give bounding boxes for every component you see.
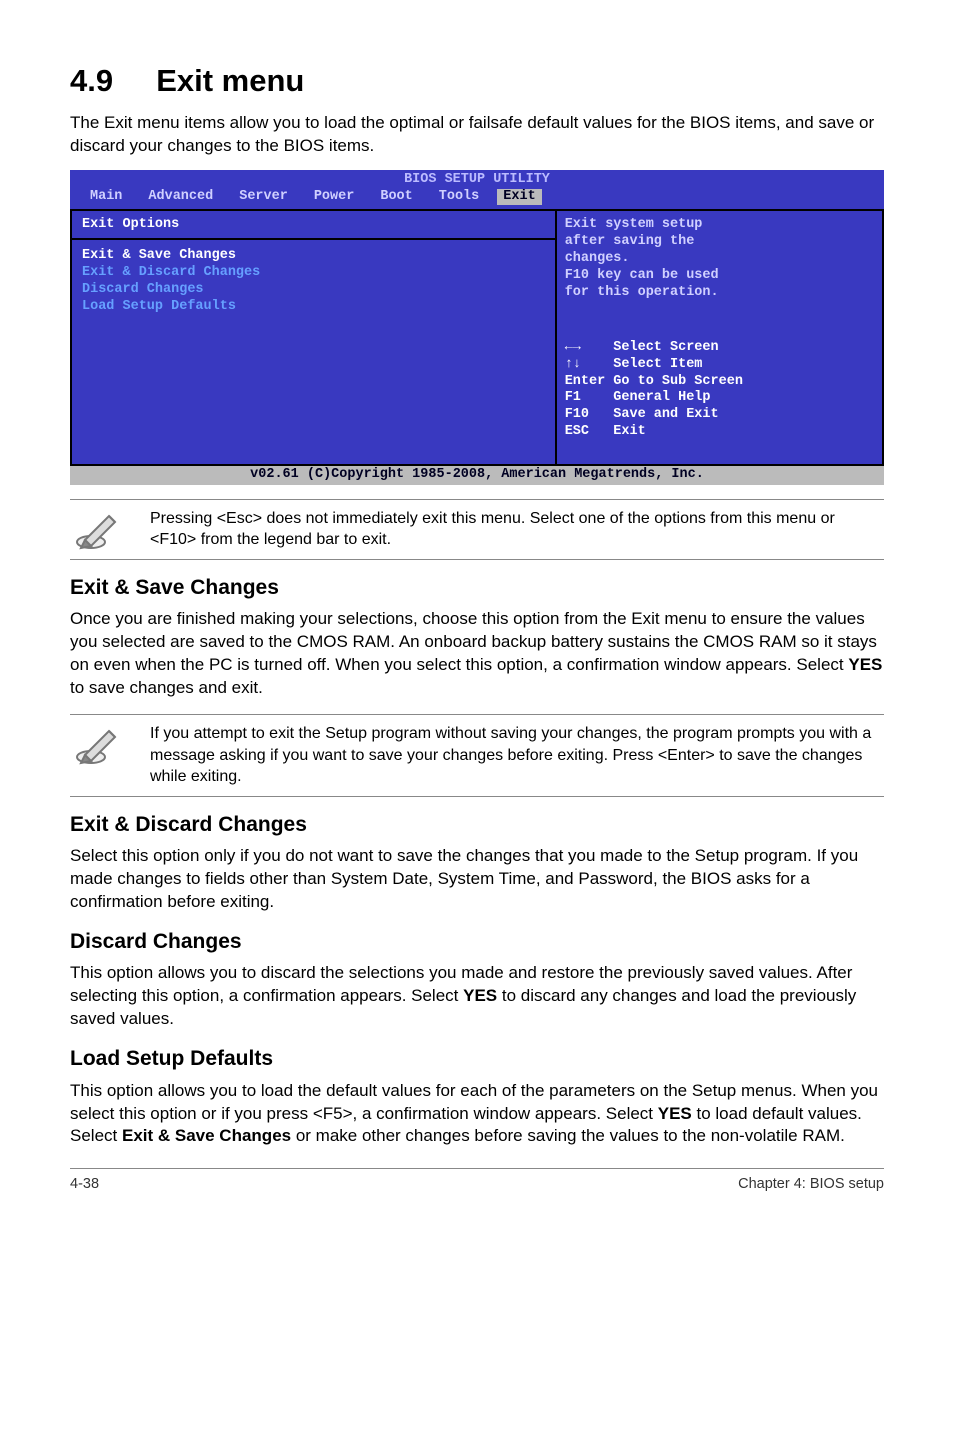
pencil-icon (72, 508, 126, 550)
page-footer: 4-38 Chapter 4: BIOS setup (70, 1168, 884, 1195)
bios-key-line: Enter Go to Sub Screen (565, 374, 874, 391)
bios-left-pane: Exit Options Exit & Save Changes Exit & … (70, 211, 555, 466)
bios-tab-exit: Exit (497, 189, 541, 206)
bios-tab-server: Server (231, 189, 306, 206)
paragraph-exit-discard: Select this option only if you do not wa… (70, 845, 884, 914)
bios-key-line: F1 General Help (565, 390, 874, 407)
bios-options-title: Exit Options (82, 217, 545, 234)
bios-key-line: F10 Save and Exit (565, 407, 874, 424)
bios-tab-advanced: Advanced (140, 189, 231, 206)
bios-item-load-defaults: Load Setup Defaults (82, 299, 545, 316)
pencil-icon (72, 723, 126, 765)
page-number: 4-38 (70, 1175, 99, 1195)
note-text-2: If you attempt to exit the Setup program… (150, 723, 882, 788)
bios-tab-main: Main (82, 189, 140, 206)
bios-key-legend: ←→ Select Screen ↑↓ Select Item Enter Go… (565, 340, 874, 458)
section-heading: 4.9 Exit menu (70, 60, 884, 102)
bios-tab-boot: Boot (372, 189, 430, 206)
bios-key-line: ESC Exit (565, 424, 874, 441)
bios-item-exit-discard: Exit & Discard Changes (82, 265, 545, 282)
note-text-1: Pressing <Esc> does not immediately exit… (150, 508, 882, 551)
bios-item-exit-save: Exit & Save Changes (82, 248, 545, 265)
text-span: Once you are finished making your select… (70, 609, 877, 674)
bios-tab-tools: Tools (431, 189, 498, 206)
note-box-2: If you attempt to exit the Setup program… (70, 714, 884, 797)
text-span: or make other changes before saving the … (291, 1126, 845, 1145)
bios-help-line: F10 key can be used (565, 268, 874, 285)
bios-help-line: for this operation. (565, 285, 874, 302)
bios-tab-power: Power (306, 189, 373, 206)
intro-paragraph: The Exit menu items allow you to load th… (70, 112, 884, 158)
bold-yes: YES (658, 1104, 692, 1123)
note-box-1: Pressing <Esc> does not immediately exit… (70, 499, 884, 560)
section-number: 4.9 (70, 63, 113, 98)
text-span: to save changes and exit. (70, 678, 263, 697)
bold-exit-save: Exit & Save Changes (122, 1126, 291, 1145)
bios-tabs: Main Advanced Server Power Boot Tools Ex… (70, 189, 884, 210)
paragraph-discard: This option allows you to discard the se… (70, 962, 884, 1031)
bios-footer: v02.61 (C)Copyright 1985-2008, American … (70, 466, 884, 485)
bios-key-line: ←→ Select Screen (565, 340, 874, 357)
paragraph-exit-save: Once you are finished making your select… (70, 608, 884, 700)
bios-help-line: changes. (565, 251, 874, 268)
section-title-text: Exit menu (156, 63, 304, 98)
paragraph-load-defaults: This option allows you to load the defau… (70, 1080, 884, 1149)
bios-help-line: after saving the (565, 234, 874, 251)
bold-yes: YES (463, 986, 497, 1005)
bios-right-pane: Exit system setup after saving the chang… (555, 211, 884, 466)
subheading-exit-save: Exit & Save Changes (70, 574, 884, 602)
bold-yes: YES (848, 655, 882, 674)
bios-divider (72, 238, 555, 240)
subheading-discard: Discard Changes (70, 928, 884, 956)
bios-help-line: Exit system setup (565, 217, 874, 234)
bios-key-line: ↑↓ Select Item (565, 357, 874, 374)
subheading-exit-discard: Exit & Discard Changes (70, 811, 884, 839)
bios-screenshot: BIOS SETUP UTILITY Main Advanced Server … (70, 170, 884, 485)
chapter-label: Chapter 4: BIOS setup (738, 1175, 884, 1195)
subheading-load-defaults: Load Setup Defaults (70, 1045, 884, 1073)
bios-item-discard: Discard Changes (82, 282, 545, 299)
bios-header: BIOS SETUP UTILITY (70, 170, 884, 189)
